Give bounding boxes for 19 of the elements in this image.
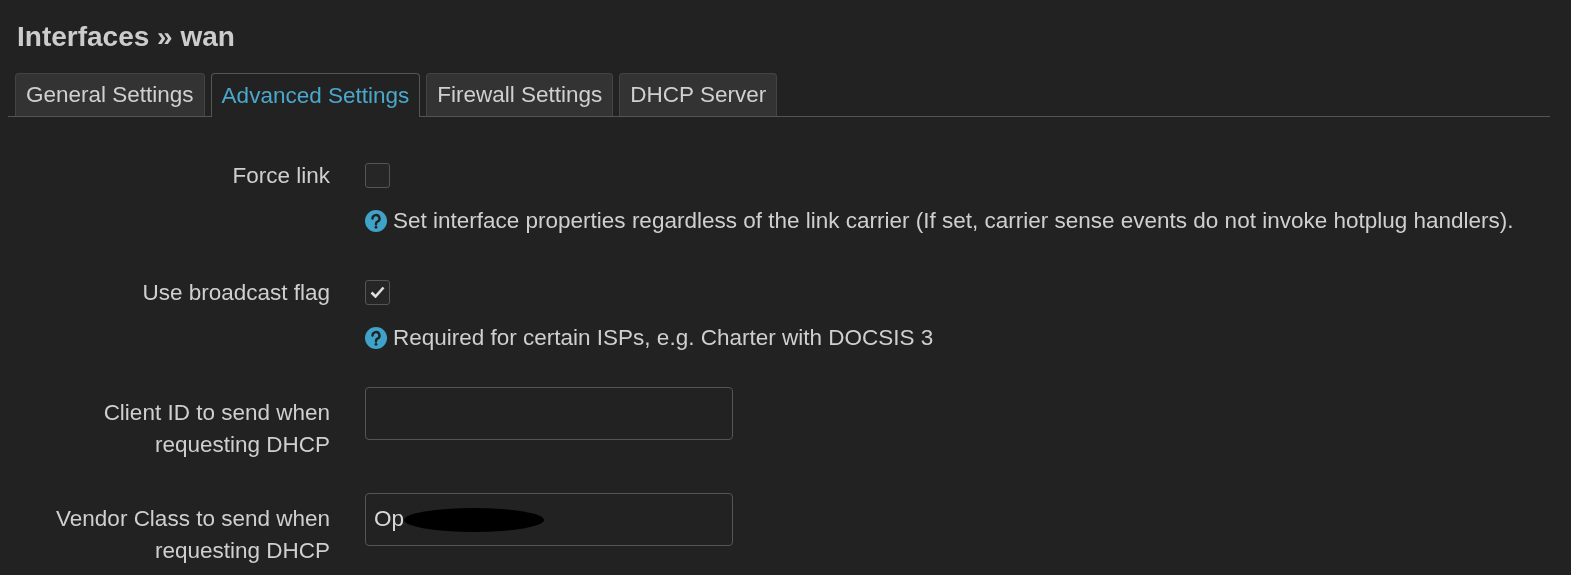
tab[interactable]: Advanced Settings: [210, 73, 421, 117]
field-label: Use broadcast flag: [142, 279, 330, 307]
text-input[interactable]: [365, 386, 733, 440]
field-label: Force link: [232, 163, 330, 190]
help-icon: [365, 326, 387, 349]
page-title: Interfaces » wan: [17, 20, 236, 54]
checkbox[interactable]: [365, 279, 390, 305]
checkbox[interactable]: [365, 163, 390, 188]
check-icon: [370, 286, 385, 299]
tab[interactable]: Firewall Settings: [426, 73, 614, 116]
tab[interactable]: DHCP Server: [619, 73, 778, 116]
help-text: Required for certain ISPs, e.g. Charter with DOCSIS 3: [393, 323, 934, 352]
input-value: Op: [374, 505, 404, 534]
help-icon: [365, 209, 387, 232]
field-label: Vendor Class to send when requesting DHCP: [55, 504, 330, 565]
tab[interactable]: General Settings: [15, 73, 205, 116]
field-label: Client ID to send when requesting DHCP: [102, 398, 330, 459]
help-text: Set interface properties regardless of the link carrier (If set, carrier sense events do not invoke hotplug handlers).: [393, 207, 1514, 235]
text-input[interactable]: Op: [365, 492, 733, 546]
